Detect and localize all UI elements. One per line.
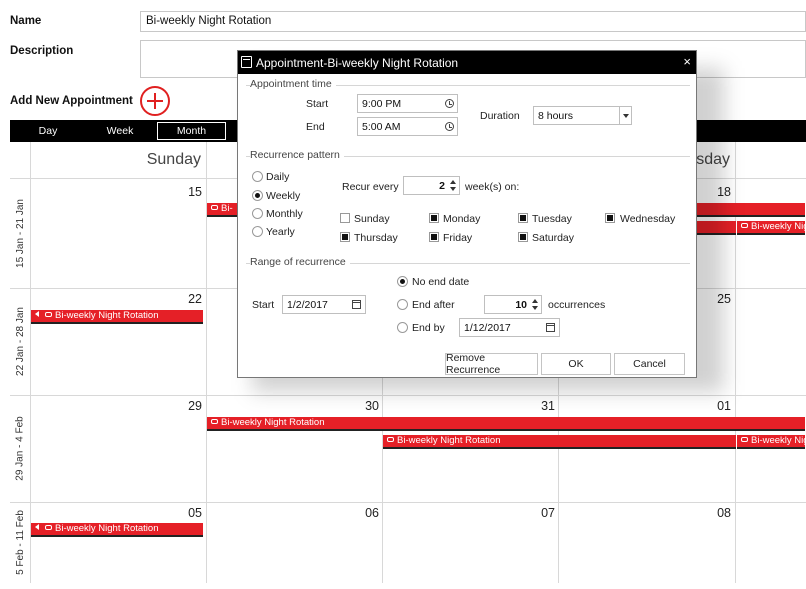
event-bar[interactable]: Bi-weekly Night Rotation	[31, 310, 203, 324]
radio-weekly-label: Weekly	[266, 190, 301, 202]
week-label: 15 Jan - 21 Jan	[14, 198, 26, 268]
date-number: 30	[365, 399, 379, 413]
checkbox-monday-label: Monday	[443, 213, 481, 225]
checkbox-thursday[interactable]	[340, 232, 350, 242]
recurrence-icon	[741, 223, 748, 228]
header-sunday: Sunday	[146, 151, 201, 168]
duration-select[interactable]: 8 hours	[533, 106, 632, 125]
date-number: 15	[188, 185, 202, 199]
calendar-icon	[241, 56, 252, 68]
checkbox-tuesday[interactable]	[518, 213, 528, 223]
date-number: 08	[717, 506, 731, 520]
recurrence-icon	[387, 437, 394, 442]
section-appointment-time: Appointment time	[250, 78, 336, 90]
continued-arrow-icon	[35, 524, 39, 530]
no-end-date-label: No end date	[412, 276, 470, 288]
checkbox-sunday[interactable]	[340, 213, 350, 223]
date-number: 06	[365, 506, 379, 520]
radio-monthly-label: Monthly	[266, 208, 303, 220]
view-week-button[interactable]: Week	[94, 122, 146, 140]
date-number: 31	[541, 399, 555, 413]
section-range-of-recurrence: Range of recurrence	[250, 256, 350, 268]
remove-recurrence-button[interactable]: Remove Recurrence	[445, 352, 538, 376]
stepper-icon[interactable]	[450, 179, 457, 192]
end-after-stepper[interactable]: 10	[484, 295, 542, 314]
duration-label: Duration	[480, 110, 520, 122]
radio-end-after[interactable]	[397, 299, 408, 310]
range-start-date-input[interactable]: 1/2/2017	[282, 295, 366, 314]
recurrence-icon	[45, 312, 52, 317]
radio-weekly[interactable]	[252, 190, 263, 201]
event-bar[interactable]: Bi-weekly Night Rotation	[737, 435, 805, 449]
recurrence-icon	[45, 525, 52, 530]
radio-monthly[interactable]	[252, 208, 263, 219]
checkbox-monday[interactable]	[429, 213, 439, 223]
checkbox-saturday-label: Saturday	[532, 232, 575, 244]
week-label: 22 Jan - 28 Jan	[14, 307, 26, 376]
range-start-label: Start	[252, 299, 275, 311]
dialog-title: Appointment-Bi-weekly Night Rotation	[256, 55, 459, 70]
calendar-icon[interactable]	[352, 300, 361, 309]
radio-no-end-date[interactable]	[397, 276, 408, 287]
clock-icon[interactable]	[445, 122, 454, 131]
date-number: 29	[188, 399, 202, 413]
stepper-icon[interactable]	[532, 298, 539, 311]
end-time-label: End	[306, 121, 325, 133]
occurrences-label: occurrences	[548, 299, 606, 311]
add-appointment-icon[interactable]	[140, 86, 170, 116]
checkbox-friday[interactable]	[429, 232, 439, 242]
end-by-label: End by	[412, 322, 445, 334]
checkbox-thursday-label: Thursday	[354, 232, 398, 244]
description-label: Description	[10, 45, 74, 57]
checkbox-saturday[interactable]	[518, 232, 528, 242]
recur-every-label: Recur every	[342, 181, 399, 193]
date-number: 07	[541, 506, 555, 520]
name-label: Name	[10, 15, 42, 27]
dialog-title-bar[interactable]: Appointment-Bi-weekly Night Rotation ×	[238, 51, 696, 74]
radio-yearly[interactable]	[252, 226, 263, 237]
clock-icon[interactable]	[445, 99, 454, 108]
continued-arrow-icon	[35, 311, 39, 317]
recurrence-icon	[741, 437, 748, 442]
appointment-dialog: Appointment-Bi-weekly Night Rotation × A…	[237, 50, 697, 378]
event-bar[interactable]: Bi-weekly Night Rotation	[207, 417, 805, 431]
calendar-icon[interactable]	[546, 323, 555, 332]
checkbox-wednesday-label: Wednesday	[620, 213, 676, 225]
add-new-appointment-label: Add New Appointment	[10, 95, 133, 107]
close-icon[interactable]: ×	[683, 54, 691, 69]
end-time-input[interactable]: 5:00 AM	[357, 117, 458, 136]
week-label: 29 Jan - 4 Feb	[14, 416, 26, 481]
radio-daily-label: Daily	[266, 171, 290, 183]
view-month-button[interactable]: Month	[157, 122, 226, 140]
end-after-label: End after	[412, 299, 455, 311]
checkbox-friday-label: Friday	[443, 232, 473, 244]
checkbox-wednesday[interactable]	[605, 213, 615, 223]
recurrence-icon	[211, 205, 218, 210]
radio-end-by[interactable]	[397, 322, 408, 333]
start-time-input[interactable]: 9:00 PM	[357, 94, 458, 113]
radio-yearly-label: Yearly	[266, 226, 295, 238]
date-number: 22	[188, 292, 202, 306]
view-day-button[interactable]: Day	[22, 122, 74, 140]
checkbox-tuesday-label: Tuesday	[532, 213, 572, 225]
start-time-label: Start	[306, 98, 329, 110]
checkbox-sunday-label: Sunday	[354, 213, 390, 225]
date-number: 05	[188, 506, 202, 520]
week-label: 5 Feb - 11 Feb	[14, 510, 26, 575]
event-bar[interactable]: Bi-weekly Night Rotation	[383, 435, 736, 449]
end-by-date-input[interactable]: 1/12/2017	[459, 318, 560, 337]
event-bar[interactable]: Bi-weekly Night Rotation	[31, 523, 203, 537]
event-bar[interactable]: Bi-weekly Night Rotation	[737, 221, 805, 235]
weeks-on-label: week(s) on:	[465, 181, 520, 193]
ok-button[interactable]: OK	[541, 353, 611, 375]
chevron-down-icon[interactable]	[619, 107, 631, 124]
cancel-button[interactable]: Cancel	[614, 353, 685, 375]
date-number: 01	[717, 399, 731, 413]
radio-daily[interactable]	[252, 171, 263, 182]
recurrence-icon	[211, 419, 218, 424]
name-input[interactable]: Bi-weekly Night Rotation	[140, 11, 806, 32]
recur-every-stepper[interactable]: 2	[403, 176, 460, 195]
section-recurrence-pattern: Recurrence pattern	[250, 149, 344, 161]
